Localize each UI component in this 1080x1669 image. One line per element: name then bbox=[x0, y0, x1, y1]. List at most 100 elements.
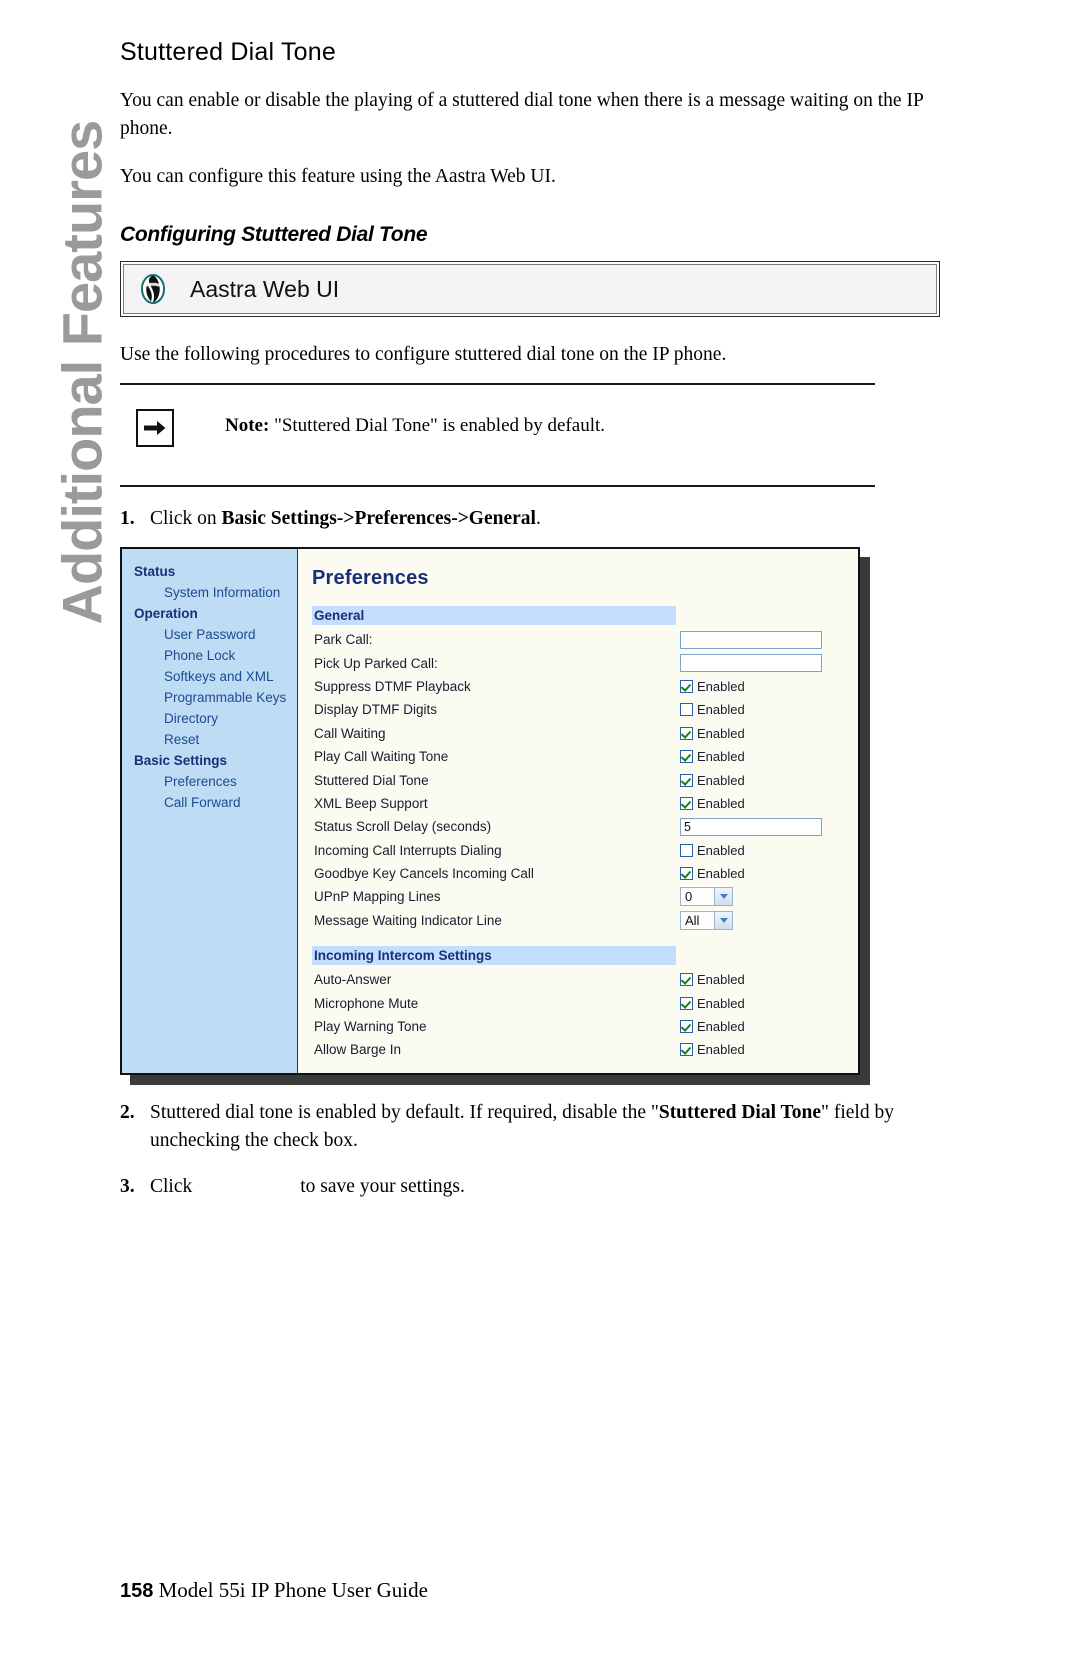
sidebar-group-operation: Operation bbox=[134, 606, 198, 621]
step-2-bold: Stuttered Dial Tone bbox=[658, 1102, 822, 1123]
input-pick-up-parked-call[interactable] bbox=[680, 654, 822, 673]
step-2-number: 2. bbox=[120, 1102, 135, 1123]
step-3: 3. Click to save your settings. bbox=[120, 1173, 940, 1201]
step-1-number: 1. bbox=[120, 508, 135, 529]
intro-paragraph-1: You can enable or disable the playing of… bbox=[120, 90, 924, 139]
row-play-call-waiting-tone: Play Call Waiting Tone Enabled bbox=[312, 745, 858, 768]
checkbox-label-play-warning-tone: Enabled bbox=[697, 1019, 745, 1035]
divider-bottom bbox=[120, 485, 875, 487]
globe-icon bbox=[136, 272, 170, 306]
step-1: 1. Click on Basic Settings->Preferences->… bbox=[120, 505, 940, 533]
subsection-title: Configuring Stuttered Dial Tone bbox=[120, 223, 428, 246]
sidebar-item-programmable-keys[interactable]: Programmable Keys bbox=[122, 687, 297, 708]
input-park-call[interactable] bbox=[680, 630, 822, 649]
row-incoming-call-interrupts-dialing: Incoming Call Interrupts Dialing Enabled bbox=[312, 839, 858, 862]
divider-top bbox=[120, 383, 875, 385]
step-3-post: to save your settings. bbox=[300, 1176, 465, 1197]
label-status-scroll-delay: Status Scroll Delay (seconds) bbox=[314, 819, 492, 835]
select-message-waiting-indicator-line[interactable]: All bbox=[680, 910, 733, 930]
page-content: Stuttered Dial Tone You can enable or di… bbox=[120, 0, 940, 1201]
label-stuttered-dial-tone: Stuttered Dial Tone bbox=[314, 772, 429, 788]
group-heading-incoming-intercom-settings: Incoming Intercom Settings bbox=[312, 946, 676, 966]
checkbox-play-warning-tone[interactable] bbox=[680, 1020, 693, 1034]
checkbox-label-microphone-mute: Enabled bbox=[697, 995, 745, 1011]
select-value-upnp-mapping-lines: 0 bbox=[685, 889, 693, 905]
checkbox-goodbye-key-cancels-incoming-call[interactable] bbox=[680, 867, 693, 881]
sidebar-item-reset[interactable]: Reset bbox=[122, 729, 297, 750]
checkbox-label-auto-answer: Enabled bbox=[697, 972, 745, 988]
chevron-down-icon[interactable] bbox=[714, 888, 732, 906]
step-3-pre: Click bbox=[150, 1176, 193, 1197]
intro-paragraph-2: You can configure this feature using the… bbox=[120, 166, 556, 187]
preferences-panel-title: Preferences bbox=[312, 567, 429, 589]
note-body: "Stuttered Dial Tone" is enabled by defa… bbox=[269, 415, 606, 436]
sidebar-item-user-password[interactable]: User Password bbox=[122, 624, 297, 645]
step-2: 2. Stuttered dial tone is enabled by defa… bbox=[120, 1099, 940, 1155]
input-status-scroll-delay[interactable] bbox=[680, 817, 822, 836]
note-text: Note: "Stuttered Dial Tone" is enabled b… bbox=[225, 409, 605, 443]
checkbox-display-dtmf-digits[interactable] bbox=[680, 703, 693, 717]
checkbox-xml-beep-support[interactable] bbox=[680, 796, 693, 810]
procedure-intro: Use the following procedures to configur… bbox=[120, 344, 727, 365]
checkbox-label-incoming-call-interrupts-dialing: Enabled bbox=[697, 842, 745, 858]
checkbox-play-call-waiting-tone[interactable] bbox=[680, 750, 693, 764]
row-display-dtmf-digits: Display DTMF Digits Enabled bbox=[312, 698, 858, 721]
sidebar-item-softkeys-and-xml[interactable]: Softkeys and XML bbox=[122, 666, 297, 687]
sidebar-group-status: Status bbox=[134, 564, 176, 579]
checkbox-call-waiting[interactable] bbox=[680, 726, 693, 740]
checkbox-label-play-call-waiting-tone: Enabled bbox=[697, 749, 745, 765]
sidebar-item-directory[interactable]: Directory bbox=[122, 708, 297, 729]
row-xml-beep-support: XML Beep Support Enabled bbox=[312, 792, 858, 815]
select-value-message-waiting-indicator-line: All bbox=[685, 912, 700, 928]
step-2-pre: Stuttered dial tone is enabled by defaul… bbox=[150, 1102, 659, 1123]
row-goodbye-key-cancels-incoming-call: Goodbye Key Cancels Incoming Call Enable… bbox=[312, 862, 858, 885]
label-goodbye-key-cancels-incoming-call: Goodbye Key Cancels Incoming Call bbox=[314, 866, 534, 882]
note-block: Note: "Stuttered Dial Tone" is enabled b… bbox=[120, 409, 940, 471]
row-allow-barge-in: Allow Barge In Enabled bbox=[312, 1038, 858, 1061]
select-upnp-mapping-lines[interactable]: 0 bbox=[680, 887, 733, 907]
checkbox-incoming-call-interrupts-dialing[interactable] bbox=[680, 843, 693, 857]
checkbox-label-suppress-dtmf-playback: Enabled bbox=[697, 678, 745, 694]
step-3-number: 3. bbox=[120, 1176, 135, 1197]
checkbox-label-call-waiting: Enabled bbox=[697, 725, 745, 741]
label-auto-answer: Auto-Answer bbox=[314, 972, 392, 988]
sidebar-item-preferences[interactable]: Preferences bbox=[122, 771, 297, 792]
group-heading-general: General bbox=[312, 606, 676, 625]
chapter-tab-label: Additional Features bbox=[50, 120, 114, 625]
sidebar-item-phone-lock[interactable]: Phone Lock bbox=[122, 645, 297, 666]
checkbox-suppress-dtmf-playback[interactable] bbox=[680, 679, 693, 693]
chevron-down-icon[interactable] bbox=[714, 911, 732, 929]
label-message-waiting-indicator-line: Message Waiting Indicator Line bbox=[314, 912, 502, 928]
footer-text: Model 55i IP Phone User Guide bbox=[158, 1578, 428, 1602]
checkbox-auto-answer[interactable] bbox=[680, 973, 693, 987]
checkbox-label-goodbye-key-cancels-incoming-call: Enabled bbox=[697, 866, 745, 882]
sidebar-item-call-forward[interactable]: Call Forward bbox=[122, 792, 297, 813]
label-play-call-waiting-tone: Play Call Waiting Tone bbox=[314, 749, 449, 765]
checkbox-label-xml-beep-support: Enabled bbox=[697, 795, 745, 811]
checkbox-label-display-dtmf-digits: Enabled bbox=[697, 702, 745, 718]
aastra-webui-label: Aastra Web UI bbox=[190, 275, 340, 302]
row-status-scroll-delay: Status Scroll Delay (seconds) bbox=[312, 815, 858, 838]
aastra-webui-screenshot: Status System Information Operation User… bbox=[120, 547, 870, 1085]
checkbox-stuttered-dial-tone[interactable] bbox=[680, 773, 693, 787]
label-play-warning-tone: Play Warning Tone bbox=[314, 1019, 427, 1035]
note-bold-prefix: Note: bbox=[225, 415, 270, 436]
step-1-bold: Basic Settings->Preferences->General bbox=[221, 508, 536, 529]
step-1-pre: Click on bbox=[150, 508, 222, 529]
label-incoming-call-interrupts-dialing: Incoming Call Interrupts Dialing bbox=[314, 842, 502, 858]
webui-main-panel: Preferences General Park Call: Pick Up P… bbox=[298, 549, 858, 1073]
checkbox-microphone-mute[interactable] bbox=[680, 996, 693, 1010]
checkbox-allow-barge-in[interactable] bbox=[680, 1043, 693, 1057]
footer-page-number: 158 bbox=[120, 1580, 154, 1602]
row-play-warning-tone: Play Warning Tone Enabled bbox=[312, 1015, 858, 1038]
row-park-call: Park Call: bbox=[312, 628, 858, 651]
label-display-dtmf-digits: Display DTMF Digits bbox=[314, 702, 438, 718]
checkbox-label-allow-barge-in: Enabled bbox=[697, 1042, 745, 1058]
chapter-tab: Additional Features bbox=[0, 0, 118, 640]
steps-list-continued: 2. Stuttered dial tone is enabled by defa… bbox=[120, 1099, 940, 1201]
sidebar-item-system-information[interactable]: System Information bbox=[122, 582, 297, 603]
row-stuttered-dial-tone: Stuttered Dial Tone Enabled bbox=[312, 768, 858, 791]
aastra-webui-banner: Aastra Web UI bbox=[120, 261, 940, 317]
label-xml-beep-support: XML Beep Support bbox=[314, 795, 428, 811]
